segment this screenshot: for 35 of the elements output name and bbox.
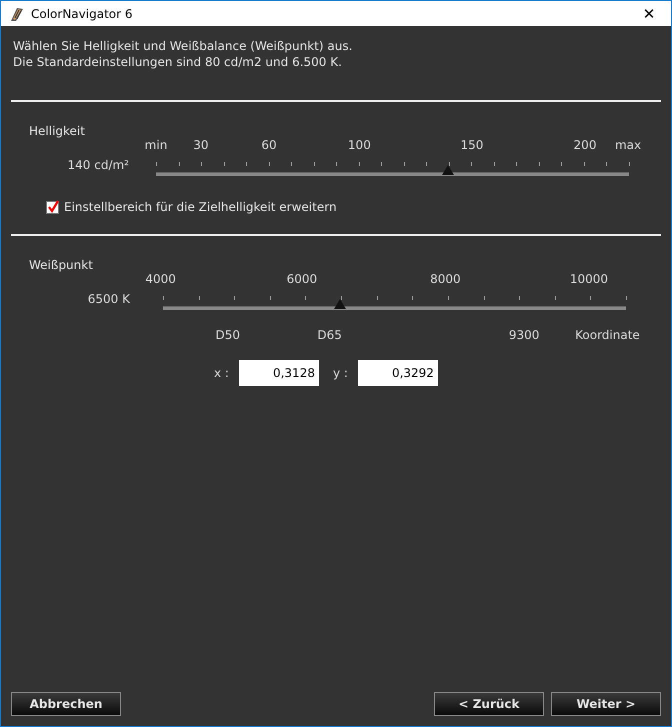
- section-heading: Helligkeit: [28, 124, 86, 138]
- back-button[interactable]: < Zurück: [434, 692, 544, 716]
- value-readout: 140 cd/m²: [68, 158, 129, 172]
- preset-label[interactable]: D65: [317, 328, 342, 342]
- value-readout: 6500 K: [88, 292, 130, 306]
- preset-label[interactable]: Koordinate: [575, 328, 640, 342]
- coordinate-label: x :: [214, 366, 229, 380]
- preset-label[interactable]: D50: [216, 328, 240, 342]
- scale-label: 60: [261, 138, 277, 152]
- scale-label: 200: [574, 138, 596, 152]
- instruction-text: Die Standardeinstellungen sind 80 cd/m2 und 6.500 K.: [13, 54, 343, 70]
- scale-label: 30: [193, 138, 209, 152]
- slider-thumb[interactable]: [334, 299, 346, 309]
- preset-label[interactable]: 9300: [508, 328, 540, 342]
- cancel-button[interactable]: Abbrechen: [11, 692, 121, 716]
- palette-icon: [9, 6, 25, 22]
- coordinate-field[interactable]: 0,3128: [238, 360, 319, 386]
- coordinate-label: y :: [332, 366, 348, 380]
- instruction-text: Wählen Sie Helligkeit und Weißbalance (Weißpunkt) aus.: [13, 38, 354, 54]
- checkbox-label[interactable]: Einstellbereich für die Zielhelligkeit erweitern: [64, 200, 337, 214]
- scale-label: 4000: [145, 272, 176, 286]
- scale-label: min: [144, 138, 168, 152]
- scale-label: 6000: [286, 272, 318, 286]
- slider-thumb[interactable]: [442, 165, 454, 175]
- coordinate-field[interactable]: 0,3292: [358, 360, 438, 386]
- scale-label: max: [614, 138, 642, 152]
- scale-label: 150: [460, 138, 484, 152]
- checkbox[interactable]: [46, 200, 59, 214]
- section-heading: Weißpunkt: [28, 258, 94, 272]
- close-icon[interactable]: ✕: [627, 4, 671, 22]
- scale-label: 8000: [430, 272, 461, 286]
- next-button[interactable]: Weiter >: [551, 692, 661, 716]
- scale-label: 10000: [570, 272, 608, 286]
- scale-label: 100: [348, 138, 371, 152]
- window-title: ColorNavigator 6: [31, 6, 134, 20]
